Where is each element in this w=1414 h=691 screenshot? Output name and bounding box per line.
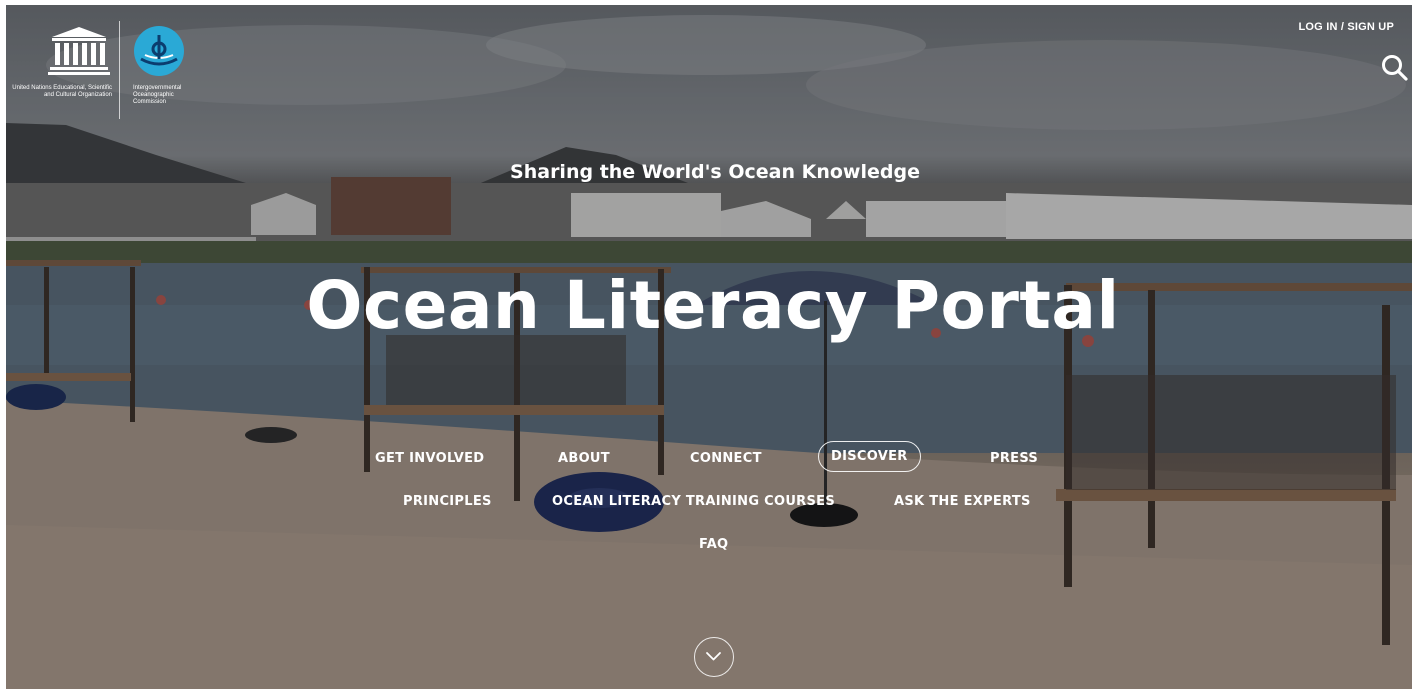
nav-ask-the-experts[interactable]: ASK THE EXPERTS: [894, 494, 1031, 509]
ioc-logo-text: Intergovernmental Oceanographic Commissi…: [133, 85, 182, 105]
nav-principles[interactable]: PRINCIPLES: [403, 494, 492, 509]
ioc-emblem-icon: [134, 26, 184, 76]
unesco-logo[interactable]: United Nations Educational, Scientific a…: [10, 25, 114, 115]
scroll-down-button[interactable]: [694, 637, 734, 677]
search-icon: [1382, 55, 1408, 81]
page-title: Ocean Literacy Portal: [306, 267, 1120, 344]
hero-tagline: Sharing the World's Ocean Knowledge: [510, 161, 920, 183]
nav-get-involved[interactable]: GET INVOLVED: [375, 451, 484, 466]
unesco-logo-text: United Nations Educational, Scientific a…: [12, 85, 112, 98]
search-button[interactable]: [1378, 51, 1412, 85]
logo-divider: [119, 21, 120, 119]
nav-discover[interactable]: DISCOVER: [818, 441, 921, 472]
login-signup-link[interactable]: LOG IN / SIGN UP: [1299, 21, 1395, 33]
unesco-temple-icon: [48, 27, 110, 75]
nav-connect[interactable]: CONNECT: [690, 451, 762, 466]
nav-press[interactable]: PRESS: [990, 451, 1038, 466]
chevron-down-icon: [706, 652, 721, 661]
nav-faq[interactable]: FAQ: [699, 537, 728, 552]
ioc-logo[interactable]: Intergovernmental Oceanographic Commissi…: [131, 25, 201, 115]
hero-section: United Nations Educational, Scientific a…: [6, 5, 1412, 689]
nav-about[interactable]: ABOUT: [558, 451, 610, 466]
hero-overlay: [6, 5, 1412, 689]
nav-training-courses[interactable]: OCEAN LITERACY TRAINING COURSES: [552, 494, 835, 509]
